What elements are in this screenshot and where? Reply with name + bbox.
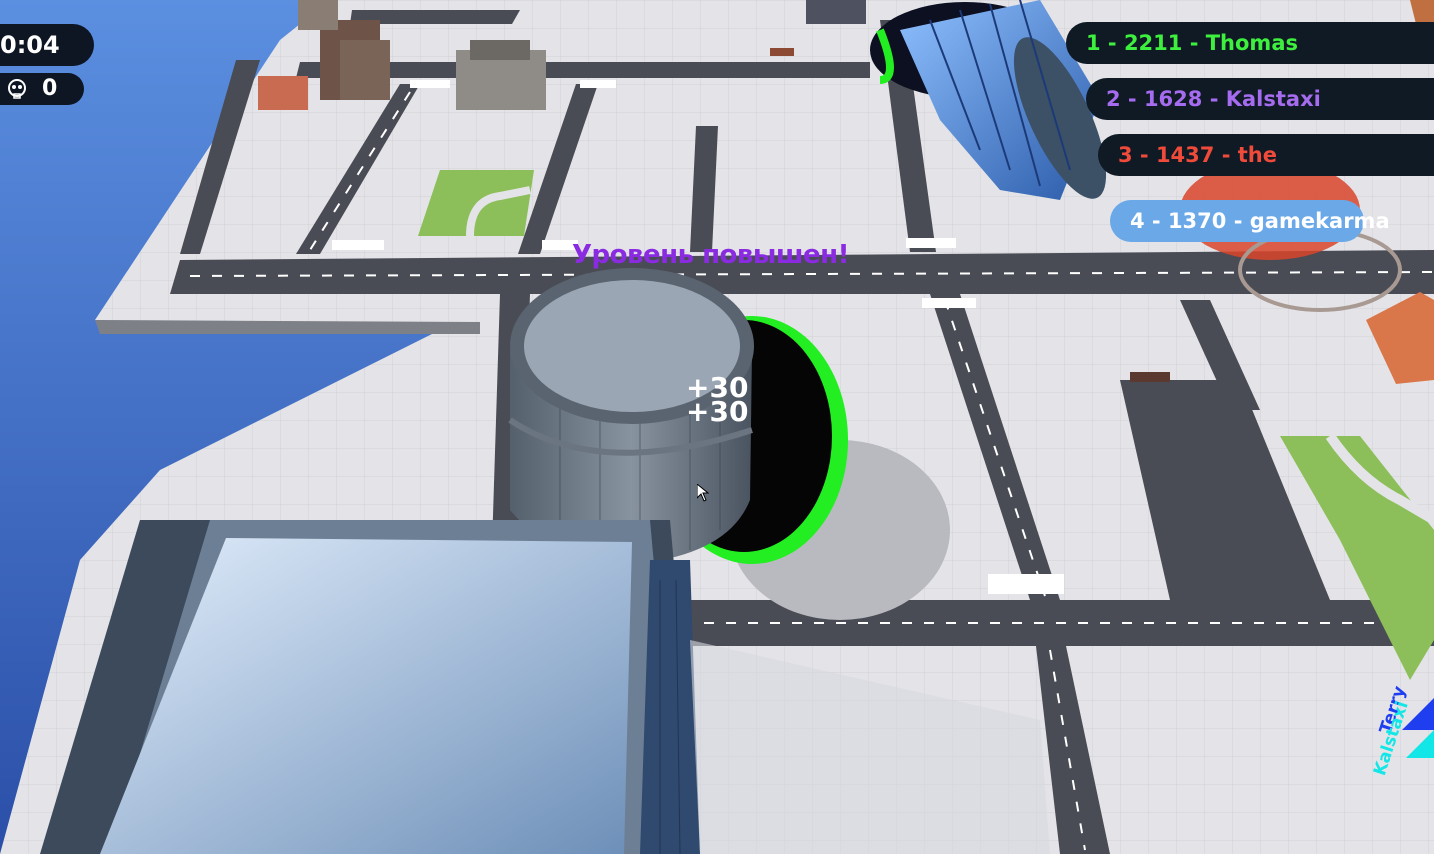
kills-value: 0 <box>42 76 58 101</box>
kills-counter: 0 <box>0 73 84 105</box>
leaderboard-row-4-player: 4 - 1370 - gamekarma <box>1110 200 1390 242</box>
leaderboard-row-1: 1 - 2211 - Thomas <box>1066 22 1434 64</box>
leaderboard-row-2: 2 - 1628 - Kalstaxi <box>1086 78 1434 120</box>
game-viewport[interactable]: 0:04 0 1 - 2211 - Thomas 2 - 1628 - Kals… <box>0 0 1434 854</box>
skull-icon <box>8 79 26 99</box>
score-popup: +30 <box>686 395 749 428</box>
level-up-notification: Уровень повышен! <box>572 240 849 270</box>
leaderboard-row-3: 3 - 1437 - the <box>1098 134 1434 176</box>
timer-value: 0:04 <box>0 31 60 59</box>
match-timer: 0:04 <box>0 24 94 66</box>
mouse-cursor-icon <box>697 484 709 502</box>
